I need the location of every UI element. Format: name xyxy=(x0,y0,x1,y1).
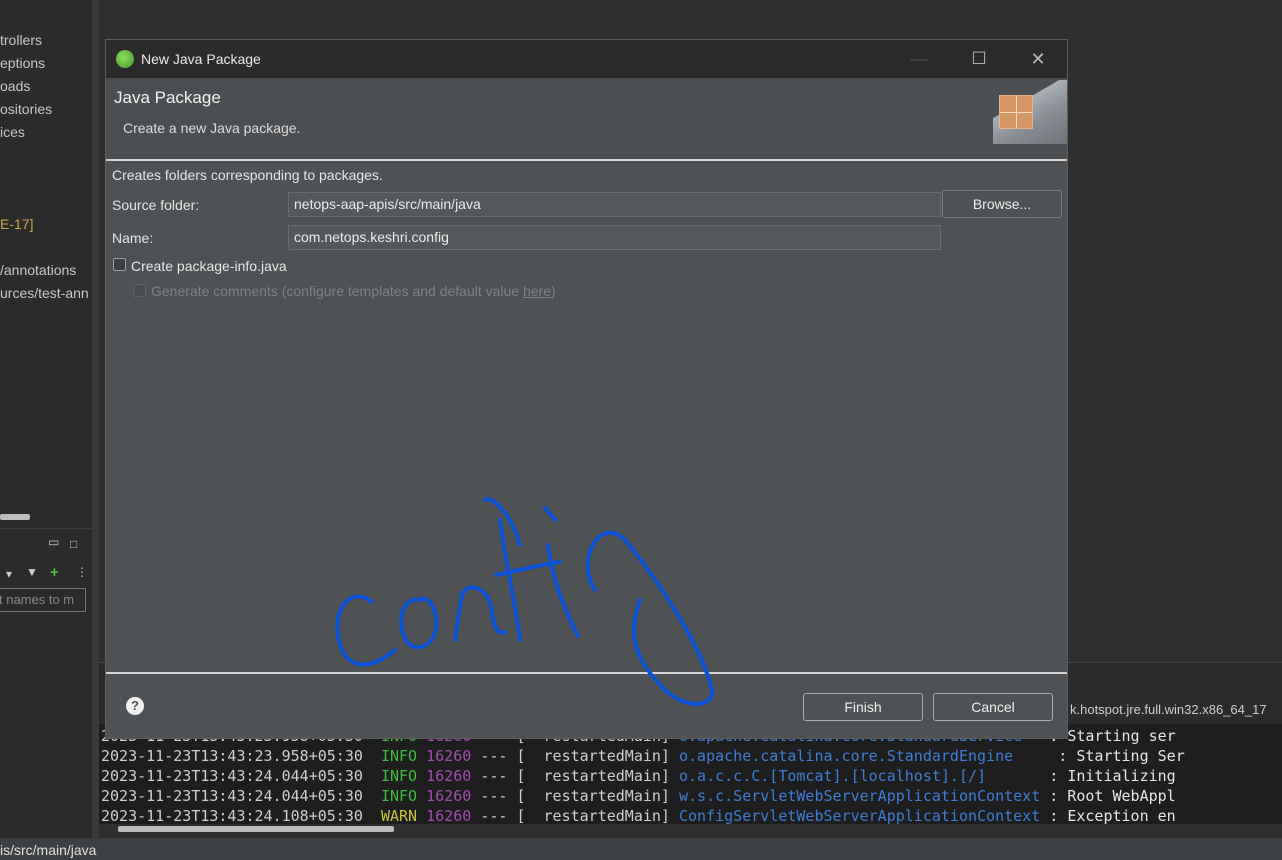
more-options-icon[interactable]: ⋮ xyxy=(76,565,88,579)
generate-comments-text: Generate comments (configure templates a… xyxy=(151,283,523,299)
browse-button[interactable]: Browse... xyxy=(942,190,1062,218)
console-line: 2023-11-23T13:43:24.108+05:30 WARN 16260… xyxy=(101,806,1176,824)
log-timestamp: 2023-11-23T13:43:23.958+05:30 xyxy=(101,747,363,765)
console-line: 2023-11-23T13:43:23.958+05:30 INFO 16260… xyxy=(101,746,1185,766)
name-label: Name: xyxy=(112,230,154,246)
finish-button-label: Finish xyxy=(844,699,882,715)
log-logger: ConfigServletWebServerApplicationContext xyxy=(679,807,1041,824)
log-logger: o.apache.catalina.core.StandardEngine xyxy=(679,747,1050,765)
tree-item[interactable]: trollers xyxy=(0,32,42,48)
log-thread: [ restartedMain] xyxy=(516,787,670,805)
generate-comments-checkbox xyxy=(133,284,146,297)
log-pid: 16260 xyxy=(426,747,472,765)
log-pid: 16260 xyxy=(426,807,472,824)
chevron-down-icon[interactable]: ▾ xyxy=(6,567,12,581)
log-separator: --- xyxy=(480,767,508,785)
dialog-title: New Java Package xyxy=(141,51,261,67)
new-java-package-dialog: New Java Package — ☐ ✕ Java Package Crea… xyxy=(105,39,1068,739)
log-logger: w.s.c.ServletWebServerApplicationContext xyxy=(679,787,1041,805)
log-level: WARN xyxy=(380,807,418,824)
log-separator: --- xyxy=(480,747,508,765)
generate-comments-suffix: ) xyxy=(551,283,556,299)
finish-button[interactable]: Finish xyxy=(803,693,923,721)
log-level: INFO xyxy=(380,767,418,785)
filter-icon[interactable]: ▼ xyxy=(26,565,38,579)
log-pid: 16260 xyxy=(426,767,472,785)
log-separator: --- xyxy=(480,787,508,805)
log-timestamp: 2023-11-23T13:43:24.108+05:30 xyxy=(101,807,363,824)
log-message: : Starting Ser xyxy=(1058,747,1185,765)
filter-input[interactable]: t names to m xyxy=(0,588,86,612)
log-thread: [ restartedMain] xyxy=(516,807,670,824)
source-folder-field[interactable]: netops-aap-apis/src/main/java xyxy=(288,192,941,217)
log-message: : Initializing xyxy=(1049,767,1176,785)
cancel-button-label: Cancel xyxy=(971,699,1015,715)
tree-item[interactable]: /annotations xyxy=(0,262,76,278)
tree-item[interactable]: ositories xyxy=(0,101,52,117)
wizard-page-description: Create a new Java package. xyxy=(123,120,301,136)
console-output: 2023-11-23T13:43:23.958+05:30 INFO 16260… xyxy=(99,724,1282,824)
console-line: 2023-11-23T13:43:24.044+05:30 INFO 16260… xyxy=(101,786,1176,806)
info-text: Creates folders corresponding to package… xyxy=(112,167,383,183)
log-thread: [ restartedMain] xyxy=(516,747,670,765)
log-level: INFO xyxy=(380,747,418,765)
maximize-window-button[interactable]: ☐ xyxy=(959,46,999,72)
dialog-button-bar: ? Finish Cancel xyxy=(106,672,1067,738)
log-thread: [ restartedMain] xyxy=(516,767,670,785)
tree-item[interactable]: ices xyxy=(0,124,25,140)
source-folder-label: Source folder: xyxy=(112,197,200,213)
wizard-page-title: Java Package xyxy=(114,88,221,107)
console-line: 2023-11-23T13:43:24.044+05:30 INFO 16260… xyxy=(101,766,1176,786)
tree-item[interactable]: E-17] xyxy=(0,216,33,232)
outline-panel: ▭ □ ▾ ▼ + ⋮ xyxy=(0,528,92,838)
status-bar: is/src/main/java xyxy=(0,838,1282,860)
tree-item[interactable]: oads xyxy=(0,78,30,94)
horizontal-scrollbar[interactable] xyxy=(0,514,30,520)
tree-item[interactable]: urces/test-ann xyxy=(0,285,89,301)
package-name-field[interactable]: com.netops.keshri.config xyxy=(288,225,941,250)
add-icon[interactable]: + xyxy=(50,564,59,581)
minimize-window-button[interactable]: — xyxy=(899,46,939,72)
log-message: : Starting ser xyxy=(1049,727,1176,745)
console-jre-path: k.hotspot.jre.full.win32.x86_64_17 xyxy=(1070,702,1267,717)
log-timestamp: 2023-11-23T13:43:24.044+05:30 xyxy=(101,767,363,785)
log-logger: o.a.c.c.C.[Tomcat].[localhost].[/] xyxy=(679,767,1041,785)
minimize-icon[interactable]: ▭ xyxy=(48,535,59,549)
wizard-header: Java Package Create a new Java package. xyxy=(106,78,1067,161)
console-horizontal-scrollbar[interactable] xyxy=(118,826,394,832)
dialog-titlebar[interactable]: New Java Package — ☐ ✕ xyxy=(106,40,1067,78)
status-text: is/src/main/java xyxy=(0,842,97,858)
log-pid: 16260 xyxy=(426,787,472,805)
log-separator: --- xyxy=(480,807,508,824)
log-message: : Root WebAppl xyxy=(1049,787,1176,805)
cancel-button[interactable]: Cancel xyxy=(933,693,1053,721)
configure-templates-link[interactable]: here xyxy=(523,283,551,299)
log-message: : Exception en xyxy=(1049,807,1176,824)
log-timestamp: 2023-11-23T13:43:24.044+05:30 xyxy=(101,787,363,805)
create-package-info-checkbox[interactable] xyxy=(113,258,126,271)
package-explorer-panel: trollers eptions oads ositories ices E-17] /an… xyxy=(0,0,92,838)
spring-app-icon xyxy=(116,50,134,68)
help-icon[interactable]: ? xyxy=(126,697,144,715)
package-icon xyxy=(999,95,1033,129)
maximize-icon[interactable]: □ xyxy=(70,537,77,551)
generate-comments-label: Generate comments (configure templates a… xyxy=(151,283,556,299)
log-level: INFO xyxy=(380,787,418,805)
create-package-info-label[interactable]: Create package-info.java xyxy=(131,258,287,274)
tree-item[interactable]: eptions xyxy=(0,55,45,71)
panel-divider[interactable] xyxy=(92,0,99,838)
close-window-button[interactable]: ✕ xyxy=(1018,46,1058,72)
